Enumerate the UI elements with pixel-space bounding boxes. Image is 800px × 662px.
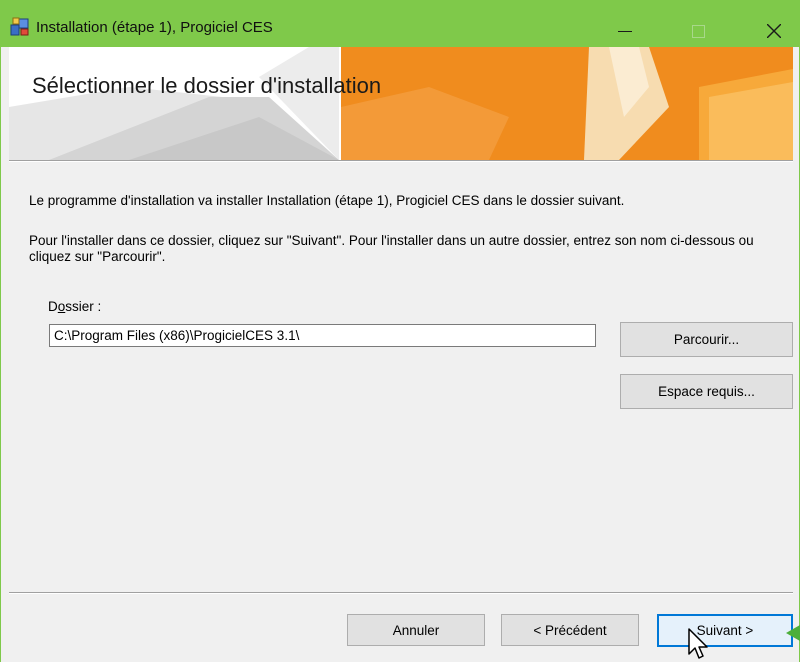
maximize-icon[interactable] — [669, 0, 723, 47]
folder-path-input[interactable] — [49, 324, 596, 347]
folder-label-prefix: D — [48, 299, 58, 314]
header-banner: Sélectionner le dossier d'installation — [9, 47, 793, 160]
mouse-pointer-icon — [688, 628, 708, 659]
footer-divider-highlight — [9, 593, 793, 594]
cancel-button[interactable]: Annuler — [347, 614, 485, 646]
banner-artwork — [9, 47, 793, 160]
window-title: Installation (étape 1), Progiciel CES — [36, 19, 273, 36]
folder-label-rest: ssier : — [65, 299, 102, 314]
next-button[interactable]: Suivant > — [657, 614, 793, 647]
window-frame-left — [0, 47, 1, 662]
instructions-text: Pour l'installer dans ce dossier, clique… — [29, 233, 754, 264]
disk-space-button[interactable]: Espace requis... — [620, 374, 793, 409]
minimize-icon[interactable] — [597, 0, 651, 47]
intro-text: Le programme d'installation va installer… — [29, 193, 625, 208]
green-arrow-icon — [786, 625, 800, 641]
browse-button[interactable]: Parcourir... — [620, 322, 793, 357]
close-icon[interactable] — [746, 0, 800, 47]
back-button[interactable]: < Précédent — [501, 614, 639, 646]
installer-window: Installation (étape 1), Progiciel CES Sé… — [0, 0, 800, 662]
title-bar[interactable]: Installation (étape 1), Progiciel CES — [0, 0, 800, 47]
page-title: Sélectionner le dossier d'installation — [32, 73, 382, 98]
installer-icon — [10, 16, 30, 36]
folder-label: Dossier : — [48, 299, 101, 314]
main-content: Le programme d'installation va installer… — [9, 162, 793, 592]
